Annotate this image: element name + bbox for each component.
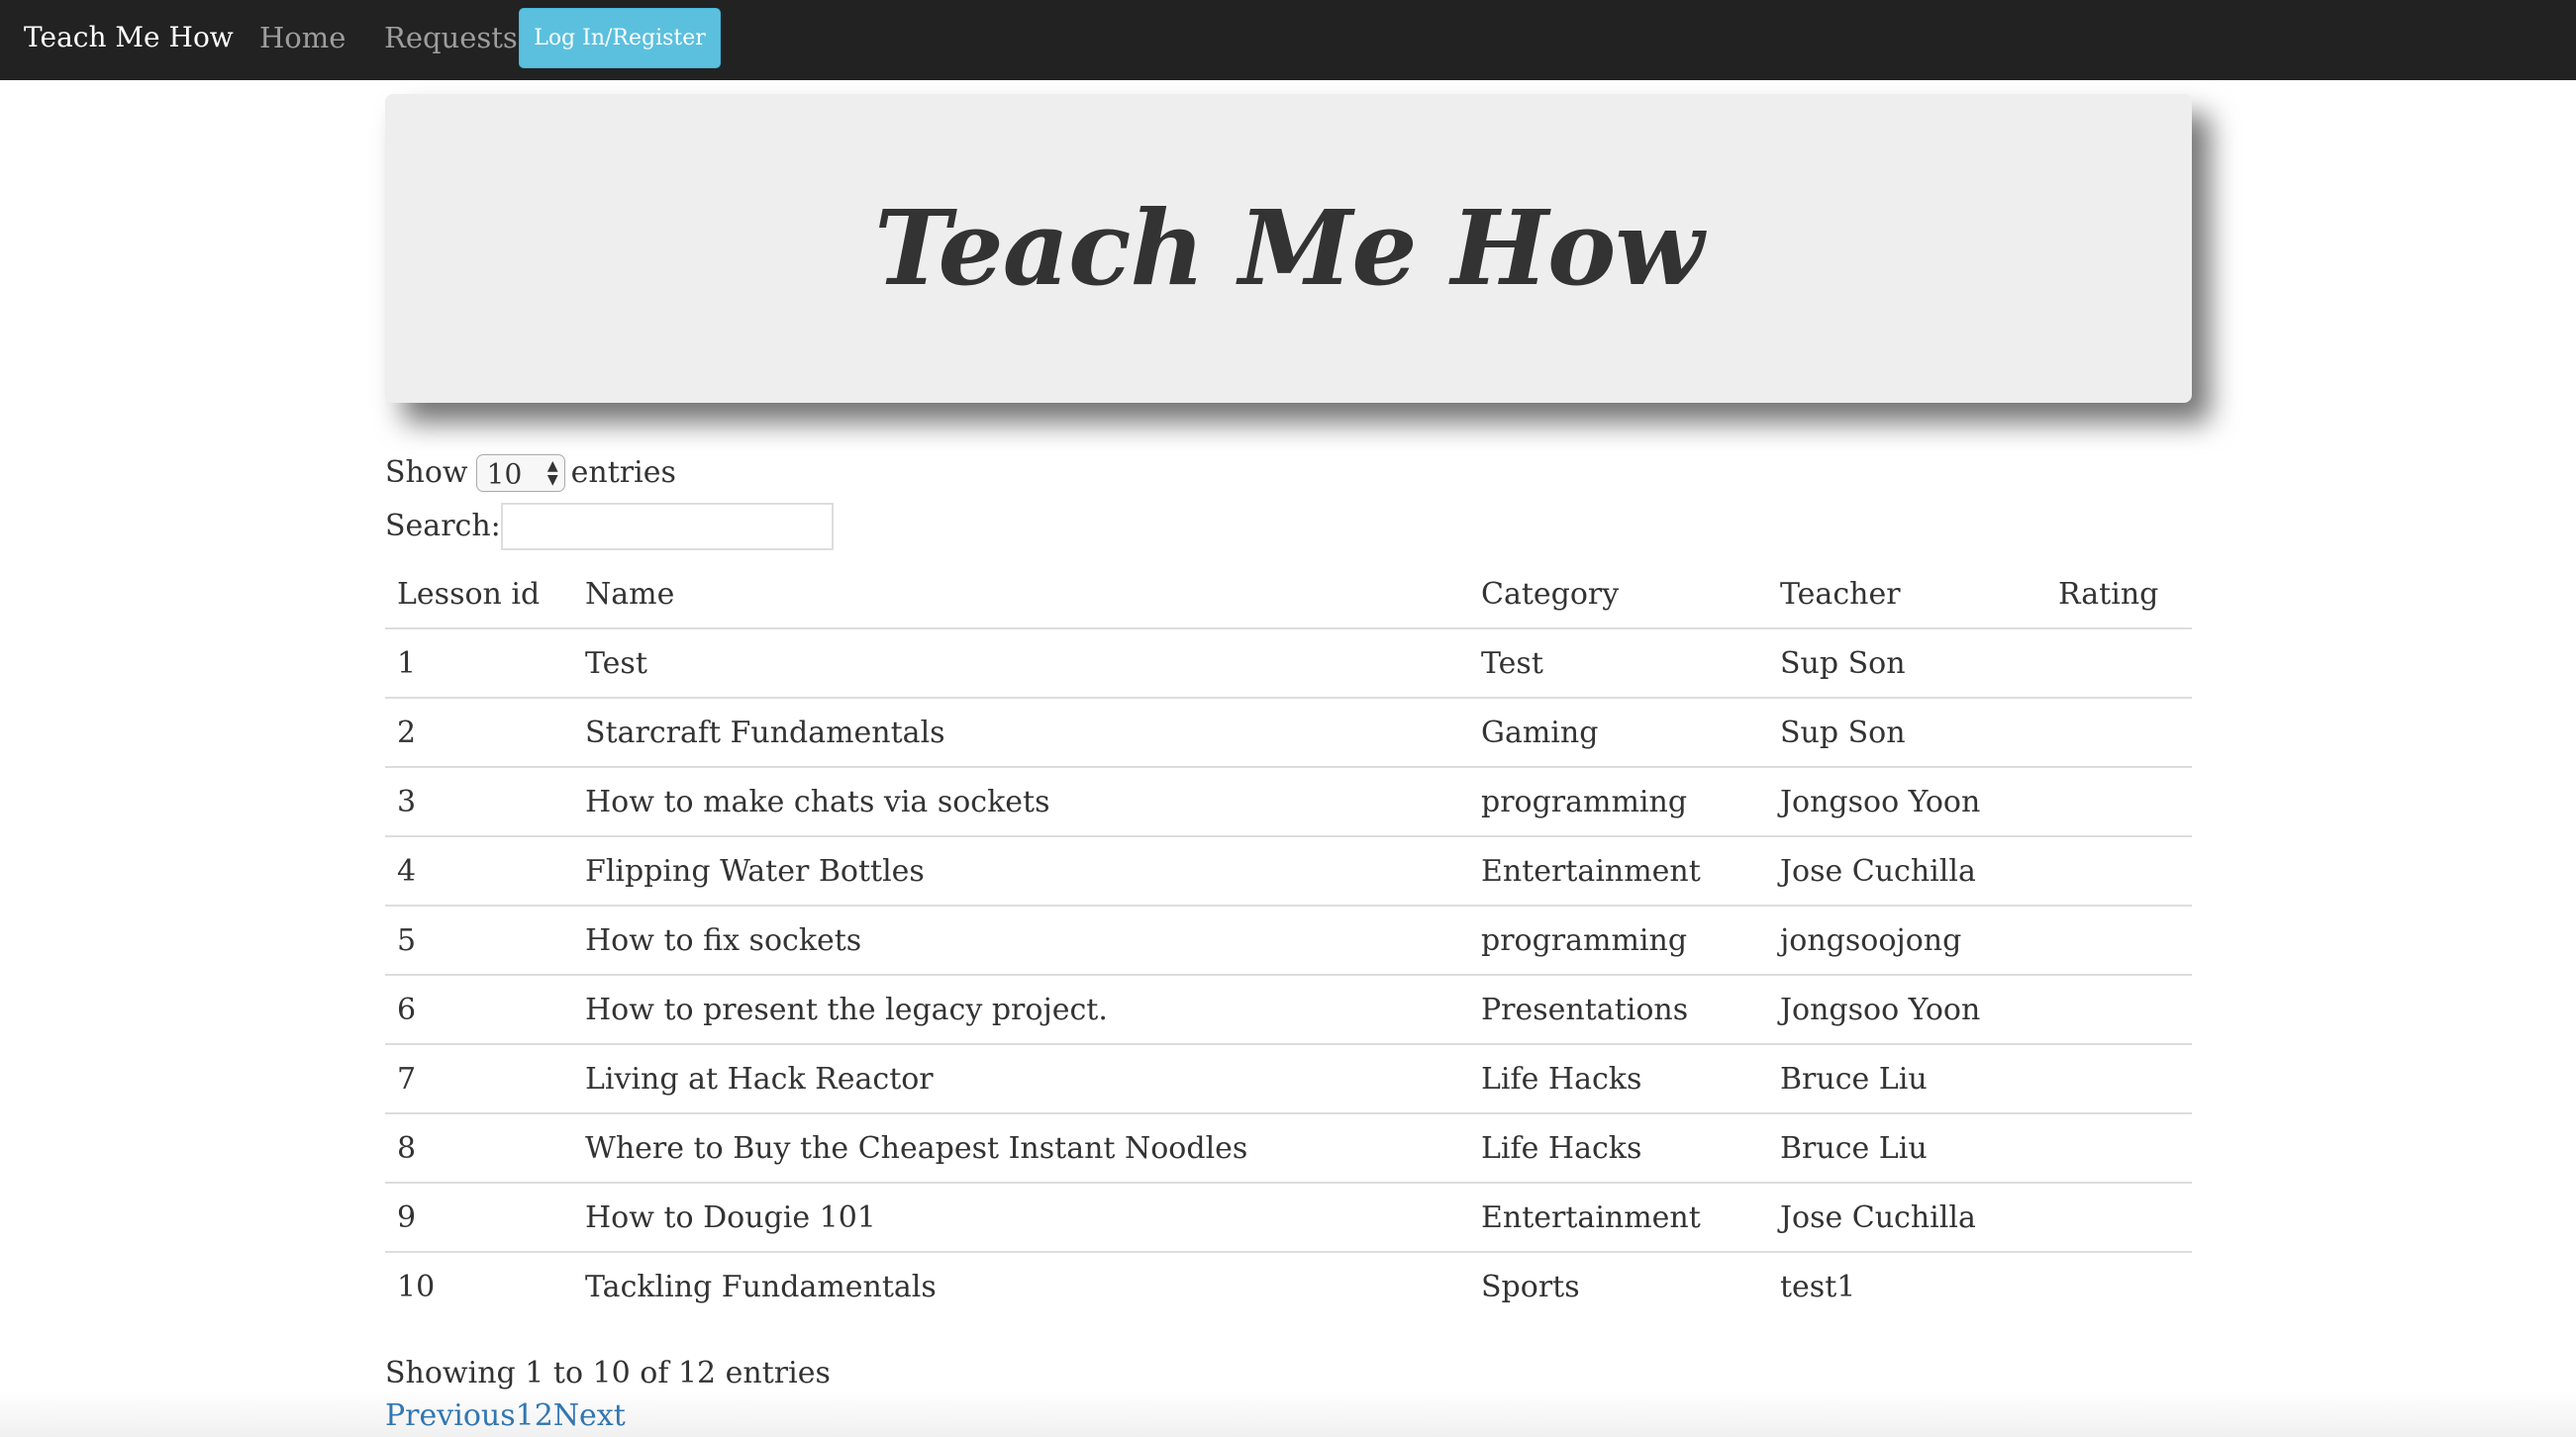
jumbotron: Teach Me How (385, 94, 2192, 403)
cell-category: Sports (1481, 1269, 1580, 1304)
cell-teacher: Jongsoo Yoon (1768, 975, 2046, 1045)
nav-requests-link[interactable]: Requests (384, 18, 518, 57)
cell-teacher: jongsoojong (1768, 906, 2046, 976)
cell-teacher: Jongsoo Yoon (1768, 767, 2046, 837)
table-row[interactable]: 10 Tackling Fundamentals Sports test1 (385, 1252, 2192, 1320)
table-row[interactable]: 7 Living at Hack Reactor Life Hacks Bruc… (385, 1044, 2192, 1114)
cell-teacher: Jose Cuchilla (1768, 836, 2046, 907)
column-header-rating[interactable]: Rating (2046, 560, 2192, 629)
cell-rating (2046, 698, 2192, 768)
cell-category: Entertainment (1469, 1183, 1768, 1253)
table-row[interactable]: 9 How to Dougie 101 Entertainment Jose C… (385, 1183, 2192, 1253)
page-length-control: Show 10 ▲ ▼ entries (385, 450, 676, 494)
cell-teacher: Bruce Liu (1768, 1044, 2046, 1114)
table-row[interactable]: 5 How to fix sockets programming jongsoo… (385, 906, 2192, 976)
previous-page-link[interactable]: Previous (385, 1398, 516, 1433)
cell-rating (2046, 906, 2192, 976)
cell-lesson-id: 3 (385, 767, 573, 837)
navbar: Teach Me How Home Requests Log In/Regist… (0, 0, 2576, 80)
search-label: Search: (385, 509, 501, 543)
cell-lesson-id: 4 (385, 836, 573, 907)
lessons-table: Lesson id Name Category Teacher Rating 1… (385, 560, 2192, 1320)
cell-lesson-id: 10 (397, 1269, 436, 1304)
cell-rating (2046, 1113, 2192, 1184)
cell-rating (2046, 1183, 2192, 1253)
cell-category: Entertainment (1469, 836, 1768, 907)
cell-rating (2046, 767, 2192, 837)
column-header-teacher[interactable]: Teacher (1768, 560, 2046, 629)
pagination: Previous12Next (385, 1395, 626, 1437)
column-header-lesson-id[interactable]: Lesson id (385, 560, 573, 629)
entries-label: entries (570, 455, 676, 490)
cell-name: How to Dougie 101 (573, 1183, 1469, 1253)
cell-category: programming (1469, 767, 1768, 837)
cell-teacher: Sup Son (1768, 698, 2046, 768)
page-1-link[interactable]: 1 (516, 1398, 535, 1433)
cell-name: Where to Buy the Cheapest Instant Noodle… (573, 1113, 1469, 1184)
table-row[interactable]: 1 Test Test Sup Son (385, 628, 2192, 699)
cell-category: programming (1469, 906, 1768, 976)
cell-lesson-id: 5 (385, 906, 573, 976)
cell-name: Living at Hack Reactor (573, 1044, 1469, 1114)
cell-rating (2046, 836, 2192, 907)
cell-name: How to fix sockets (573, 906, 1469, 976)
page-length-select[interactable]: 10 ▲ ▼ (475, 454, 565, 492)
cell-category: Life Hacks (1469, 1113, 1768, 1184)
cell-category: Presentations (1469, 975, 1768, 1045)
cell-lesson-id: 7 (385, 1044, 573, 1114)
cell-lesson-id: 2 (385, 698, 573, 768)
table-row[interactable]: 3 How to make chats via sockets programm… (385, 767, 2192, 837)
cell-category: Test (1469, 628, 1768, 699)
cell-name: Test (573, 628, 1469, 699)
cell-rating (2046, 975, 2192, 1045)
cell-lesson-id: 6 (385, 975, 573, 1045)
table-row[interactable]: 2 Starcraft Fundamentals Gaming Sup Son (385, 698, 2192, 768)
cell-teacher: Jose Cuchilla (1768, 1183, 2046, 1253)
login-register-button[interactable]: Log In/Register (519, 8, 721, 68)
cell-rating (2046, 1252, 2192, 1320)
cell-teacher: test1 (1780, 1269, 1856, 1304)
cell-name: Starcraft Fundamentals (573, 698, 1469, 768)
cell-rating (2046, 628, 2192, 699)
cell-name: How to present the legacy project. (573, 975, 1469, 1045)
cell-lesson-id: 9 (385, 1183, 573, 1253)
brand-link[interactable]: Teach Me How (24, 18, 234, 57)
table-row[interactable]: 4 Flipping Water Bottles Entertainment J… (385, 836, 2192, 907)
cell-name: Flipping Water Bottles (573, 836, 1469, 907)
table-info: Showing 1 to 10 of 12 entries (385, 1356, 831, 1390)
cell-name: Tackling Fundamentals (585, 1269, 937, 1304)
cell-name: How to make chats via sockets (573, 767, 1469, 837)
cell-lesson-id: 8 (385, 1113, 573, 1184)
page-title: Teach Me How (874, 187, 1704, 309)
cell-teacher: Bruce Liu (1768, 1113, 2046, 1184)
cell-lesson-id: 1 (385, 628, 573, 699)
table-header-row: Lesson id Name Category Teacher Rating (385, 560, 2192, 629)
table-row[interactable]: 8 Where to Buy the Cheapest Instant Nood… (385, 1113, 2192, 1184)
table-row[interactable]: 6 How to present the legacy project. Pre… (385, 975, 2192, 1045)
cell-category: Gaming (1469, 698, 1768, 768)
show-label: Show (385, 455, 468, 490)
column-header-name[interactable]: Name (573, 560, 1469, 629)
nav-home-link[interactable]: Home (259, 18, 346, 57)
cell-rating (2046, 1044, 2192, 1114)
cell-teacher: Sup Son (1768, 628, 2046, 699)
next-page-link[interactable]: Next (553, 1398, 626, 1433)
page-2-link[interactable]: 2 (535, 1398, 553, 1433)
select-arrows-icon: ▲ ▼ (546, 458, 558, 488)
column-header-category[interactable]: Category (1469, 560, 1768, 629)
search-input[interactable] (500, 503, 834, 550)
page-length-value: 10 (486, 457, 523, 491)
search-control: Search: (385, 503, 834, 552)
cell-category: Life Hacks (1469, 1044, 1768, 1114)
